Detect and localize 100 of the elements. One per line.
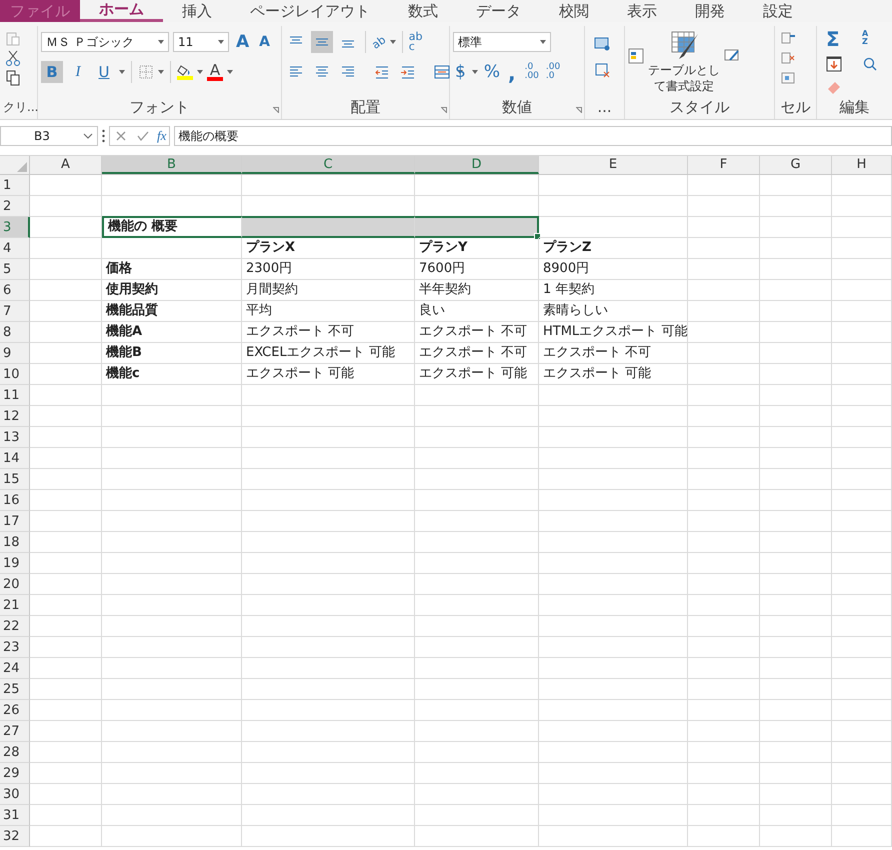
row-header[interactable]: 3 [0,217,30,238]
row-header[interactable]: 29 [0,763,30,784]
scissors-icon[interactable] [5,50,21,66]
column-header[interactable]: B [102,156,242,174]
row-header[interactable]: 30 [0,784,30,805]
row-header[interactable]: 23 [0,637,30,658]
font-size-dropdown[interactable]: 11 [173,32,229,52]
comma-button[interactable]: , [506,61,518,83]
row-header[interactable]: 26 [0,700,30,721]
caret-icon[interactable] [457,70,463,74]
caret-icon[interactable] [390,40,396,44]
row-header[interactable]: 18 [0,532,30,553]
conditional-format-icon[interactable] [628,48,644,64]
row-header[interactable]: 25 [0,679,30,700]
insert-cells-icon[interactable] [780,30,796,46]
caret-icon[interactable] [540,40,546,44]
ribbon-tab[interactable]: 数式 [389,0,457,22]
ribbon-tab[interactable]: 校閲 [540,0,608,22]
column-header[interactable]: G [760,156,832,174]
column-header[interactable]: F [688,156,760,174]
column-header[interactable]: C [242,156,415,174]
font-style-button[interactable]: U [93,61,115,83]
caret-icon[interactable] [218,40,224,44]
row-header[interactable]: 32 [0,826,30,847]
sort-filter-button[interactable]: A Z [862,30,892,50]
row-header[interactable]: 6 [0,280,30,301]
row-header[interactable]: 27 [0,721,30,742]
row-header[interactable]: 12 [0,406,30,427]
autosum-button[interactable]: Σ [826,30,856,50]
row-header[interactable]: 28 [0,742,30,763]
ribbon-tab[interactable]: 挿入 [163,0,231,22]
insert-function-button[interactable]: fx [157,128,166,144]
row-header[interactable]: 4 [0,238,30,259]
ribbon-tab[interactable]: 開発 [676,0,744,22]
merge-cells-icon[interactable] [434,64,450,80]
row-header[interactable]: 21 [0,595,30,616]
row-header[interactable]: 2 [0,196,30,217]
ribbon-tab[interactable]: 設定 [744,0,812,22]
column-header[interactable]: E [539,156,688,174]
row-header[interactable]: 8 [0,322,30,343]
row-header[interactable]: 14 [0,448,30,469]
currency-button[interactable]: $ [453,61,468,83]
row-header[interactable]: 20 [0,574,30,595]
dialog-launcher-icon[interactable] [576,107,582,113]
dialog-launcher-icon[interactable] [441,107,447,113]
delete-cells-icon[interactable] [780,50,796,66]
caret-icon[interactable] [158,40,164,44]
row-header[interactable]: 19 [0,553,30,574]
decrease-indent-icon[interactable] [374,64,390,80]
row-header[interactable]: 1 [0,175,30,196]
shrink-font-button[interactable]: A [256,31,274,53]
row-header[interactable]: 17 [0,511,30,532]
font-name-dropdown[interactable]: ＭＳ Ｐゴシック [41,32,169,52]
font-color-button[interactable]: A [210,63,220,77]
row-header[interactable]: 10 [0,364,30,385]
caret-icon[interactable] [119,70,125,74]
dialog-launcher-icon[interactable] [273,107,279,113]
column-header[interactable]: H [832,156,892,174]
formula-field[interactable]: 機能の概要 [174,126,892,146]
column-header[interactable]: D [415,156,539,174]
delete-picture-icon[interactable] [594,62,610,78]
borders-icon[interactable] [138,64,154,80]
row-header[interactable]: 16 [0,490,30,511]
row-header[interactable]: 13 [0,427,30,448]
caret-icon[interactable] [472,70,478,74]
caret-icon[interactable] [158,70,164,74]
table-cell [832,259,892,280]
wrap-text-button[interactable]: ab c [408,32,422,52]
search-icon[interactable] [862,56,878,72]
row-header[interactable]: 5 [0,259,30,280]
row-header[interactable]: 7 [0,301,30,322]
ribbon-tab[interactable]: データ [457,0,540,22]
increase-decimal-button[interactable]: .0 .00 [524,63,539,81]
number-format-dropdown[interactable]: 標準 [453,32,551,52]
copy-icon[interactable] [5,70,21,86]
row-header[interactable]: 31 [0,805,30,826]
format-cells-icon[interactable] [780,70,796,86]
caret-icon[interactable] [197,70,203,74]
format-as-table-button[interactable]: テーブルとし て書式設定 [648,30,720,94]
picture-tools-icon[interactable] [594,36,610,52]
grow-font-button[interactable]: A [233,31,252,53]
fill-down-icon[interactable] [826,56,842,72]
percent-button[interactable]: % [482,61,502,83]
table-cell [760,679,832,700]
decrease-decimal-button[interactable]: .00 .0 [546,63,560,81]
row-header[interactable]: 15 [0,469,30,490]
ribbon-tab[interactable]: ページレイアウト [231,0,389,22]
row-header[interactable]: 22 [0,616,30,637]
row-header[interactable]: 11 [0,385,30,406]
caret-icon[interactable] [227,70,233,74]
name-box[interactable]: B3 [0,126,98,146]
row-header[interactable]: 9 [0,343,30,364]
row-header[interactable]: 24 [0,658,30,679]
ribbon-tab[interactable]: 表示 [608,0,676,22]
orientation-button[interactable]: ab [370,32,388,52]
table-cell [30,784,102,805]
grip-icon[interactable] [102,129,105,143]
font-style-button[interactable]: I [67,61,89,83]
increase-indent-icon[interactable] [400,64,416,80]
fill-handle[interactable] [534,233,541,240]
